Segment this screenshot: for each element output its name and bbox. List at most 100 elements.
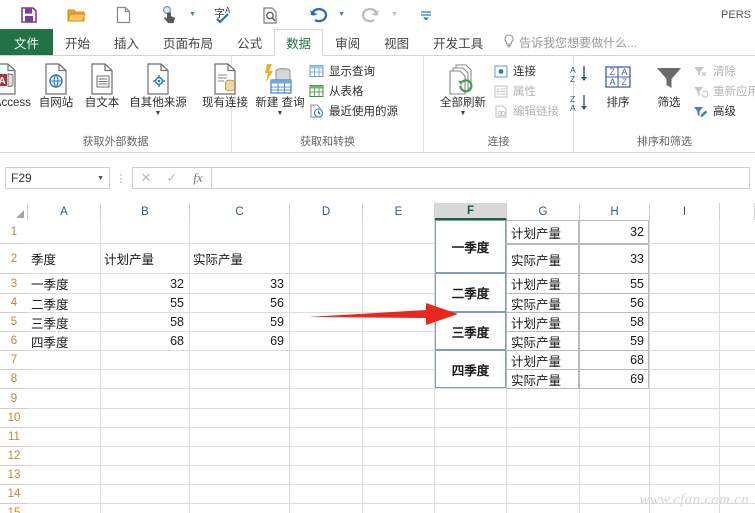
show-queries-button[interactable]: 显示查询: [307, 61, 402, 81]
connections-button[interactable]: 连接: [492, 61, 563, 81]
chevron-down-icon[interactable]: ▼: [460, 110, 467, 117]
row-header-11[interactable]: 11: [0, 428, 28, 447]
column-header-h[interactable]: H: [580, 203, 650, 220]
column-header-e[interactable]: E: [363, 203, 435, 220]
cell-g7[interactable]: 计划产量: [506, 350, 579, 370]
row-header-9[interactable]: 9: [0, 389, 28, 409]
tell-me-box[interactable]: 告诉我您想要做什么...: [495, 29, 645, 55]
from-table-button[interactable]: 从表格: [307, 81, 402, 101]
spelling-icon[interactable]: 字A: [207, 2, 241, 28]
column-header-i[interactable]: I: [650, 203, 720, 220]
cell-b6[interactable]: 68: [101, 332, 189, 350]
row-header-7[interactable]: 7: [0, 351, 28, 370]
row-header-5[interactable]: 5: [0, 313, 28, 332]
open-folder-icon[interactable]: [60, 2, 94, 28]
cell-c4[interactable]: 56: [190, 294, 289, 312]
row-header-13[interactable]: 13: [0, 466, 28, 485]
undo-icon[interactable]: [301, 2, 335, 28]
cell-h3[interactable]: 55: [579, 273, 649, 294]
row-header-10[interactable]: 10: [0, 409, 28, 428]
chevron-down-icon[interactable]: ▼: [277, 110, 284, 117]
cell-a5[interactable]: 三季度: [28, 313, 100, 331]
cell-h4[interactable]: 56: [579, 293, 649, 313]
row-header-4[interactable]: 4: [0, 294, 28, 313]
filter-button[interactable]: 筛选: [647, 59, 691, 112]
touch-mode-icon[interactable]: [152, 2, 186, 28]
cell-h2[interactable]: 33: [579, 244, 649, 274]
cell-h8[interactable]: 69: [579, 369, 649, 389]
column-header-j[interactable]: [720, 203, 755, 220]
from-text-button[interactable]: 自文本: [79, 59, 125, 112]
column-header-g[interactable]: G: [507, 203, 580, 220]
select-all-corner[interactable]: [0, 203, 28, 220]
from-other-sources-button[interactable]: 自其他来源 ▼: [125, 59, 191, 119]
column-header-b[interactable]: B: [101, 203, 190, 220]
cell-a2[interactable]: 季度: [28, 244, 100, 273]
new-query-button[interactable]: 新建 查询 ▼: [253, 59, 307, 119]
cell-g3[interactable]: 计划产量: [506, 273, 579, 294]
sort-button[interactable]: ZAAZ 排序: [596, 59, 640, 112]
row-header-14[interactable]: 14: [0, 485, 28, 504]
recent-sources-button[interactable]: 最近使用的源: [307, 101, 402, 121]
cell-g6[interactable]: 实际产量: [506, 331, 579, 351]
chevron-down-icon[interactable]: ▼: [97, 175, 104, 182]
cell-c2[interactable]: 实际产量: [190, 244, 289, 273]
cell-b2[interactable]: 计划产量: [101, 244, 189, 273]
cell-b3[interactable]: 32: [101, 274, 189, 293]
tab-developer[interactable]: 开发工具: [421, 29, 495, 55]
customize-qat-icon[interactable]: [409, 2, 443, 28]
cell-h7[interactable]: 68: [579, 350, 649, 370]
cell-h1[interactable]: 32: [579, 220, 649, 244]
print-preview-icon[interactable]: [253, 2, 287, 28]
tab-review[interactable]: 审阅: [323, 29, 372, 55]
formula-input[interactable]: [211, 167, 750, 189]
cell-c5[interactable]: 59: [190, 313, 289, 331]
tab-data[interactable]: 数据: [274, 29, 324, 56]
tab-formulas[interactable]: 公式: [225, 29, 274, 55]
cell-b4[interactable]: 55: [101, 294, 189, 312]
cell-g8[interactable]: 实际产量: [506, 369, 579, 389]
cancel-icon[interactable]: ✕: [133, 170, 159, 186]
tab-home[interactable]: 开始: [53, 29, 102, 55]
sort-ascending-button[interactable]: AZ: [569, 62, 593, 91]
cell-c6[interactable]: 69: [190, 332, 289, 350]
cell-a3[interactable]: 一季度: [28, 274, 100, 293]
column-header-f[interactable]: F: [435, 203, 507, 220]
row-header-15[interactable]: 15: [0, 504, 28, 513]
save-icon[interactable]: [12, 2, 46, 28]
row-header-12[interactable]: 12: [0, 447, 28, 466]
row-header-6[interactable]: 6: [0, 332, 28, 351]
cell-h5[interactable]: 58: [579, 312, 649, 332]
refresh-all-button[interactable]: 全部刷新 ▼: [434, 59, 492, 119]
tab-view[interactable]: 视图: [372, 29, 421, 55]
cell-g4[interactable]: 实际产量: [506, 293, 579, 313]
touch-mode-caret-icon[interactable]: ▼: [186, 2, 199, 28]
tab-page-layout[interactable]: 页面布局: [151, 29, 225, 55]
redo-caret-icon[interactable]: ▼: [388, 2, 401, 28]
sort-descending-button[interactable]: ZA: [569, 91, 593, 120]
cell-g5[interactable]: 计划产量: [506, 312, 579, 332]
column-header-c[interactable]: C: [190, 203, 290, 220]
new-file-icon[interactable]: [106, 2, 140, 28]
cell-f3-merged-quarter-2[interactable]: 二季度: [435, 273, 506, 312]
row-header-2[interactable]: 2: [0, 244, 28, 274]
confirm-icon[interactable]: ✓: [159, 170, 185, 186]
from-web-button[interactable]: 自网站: [33, 59, 79, 112]
cell-g1[interactable]: 计划产量: [506, 220, 579, 244]
cell-a6[interactable]: 四季度: [28, 332, 100, 350]
fx-icon[interactable]: fx: [185, 170, 211, 186]
name-box[interactable]: F29 ▼: [5, 167, 110, 189]
row-header-3[interactable]: 3: [0, 274, 28, 294]
chevron-down-icon[interactable]: ▼: [155, 110, 162, 117]
redo-icon[interactable]: [354, 2, 388, 28]
undo-caret-icon[interactable]: ▼: [335, 2, 348, 28]
tab-insert[interactable]: 插入: [102, 29, 151, 55]
cell-a4[interactable]: 二季度: [28, 294, 100, 312]
row-header-1[interactable]: 1: [0, 220, 28, 244]
cell-h6[interactable]: 59: [579, 331, 649, 351]
cell-f1-merged-quarter-1[interactable]: 一季度: [435, 220, 506, 273]
cell-b5[interactable]: 58: [101, 313, 189, 331]
cell-g2[interactable]: 实际产量: [506, 244, 579, 274]
cell-c3[interactable]: 33: [190, 274, 289, 293]
row-header-8[interactable]: 8: [0, 370, 28, 389]
